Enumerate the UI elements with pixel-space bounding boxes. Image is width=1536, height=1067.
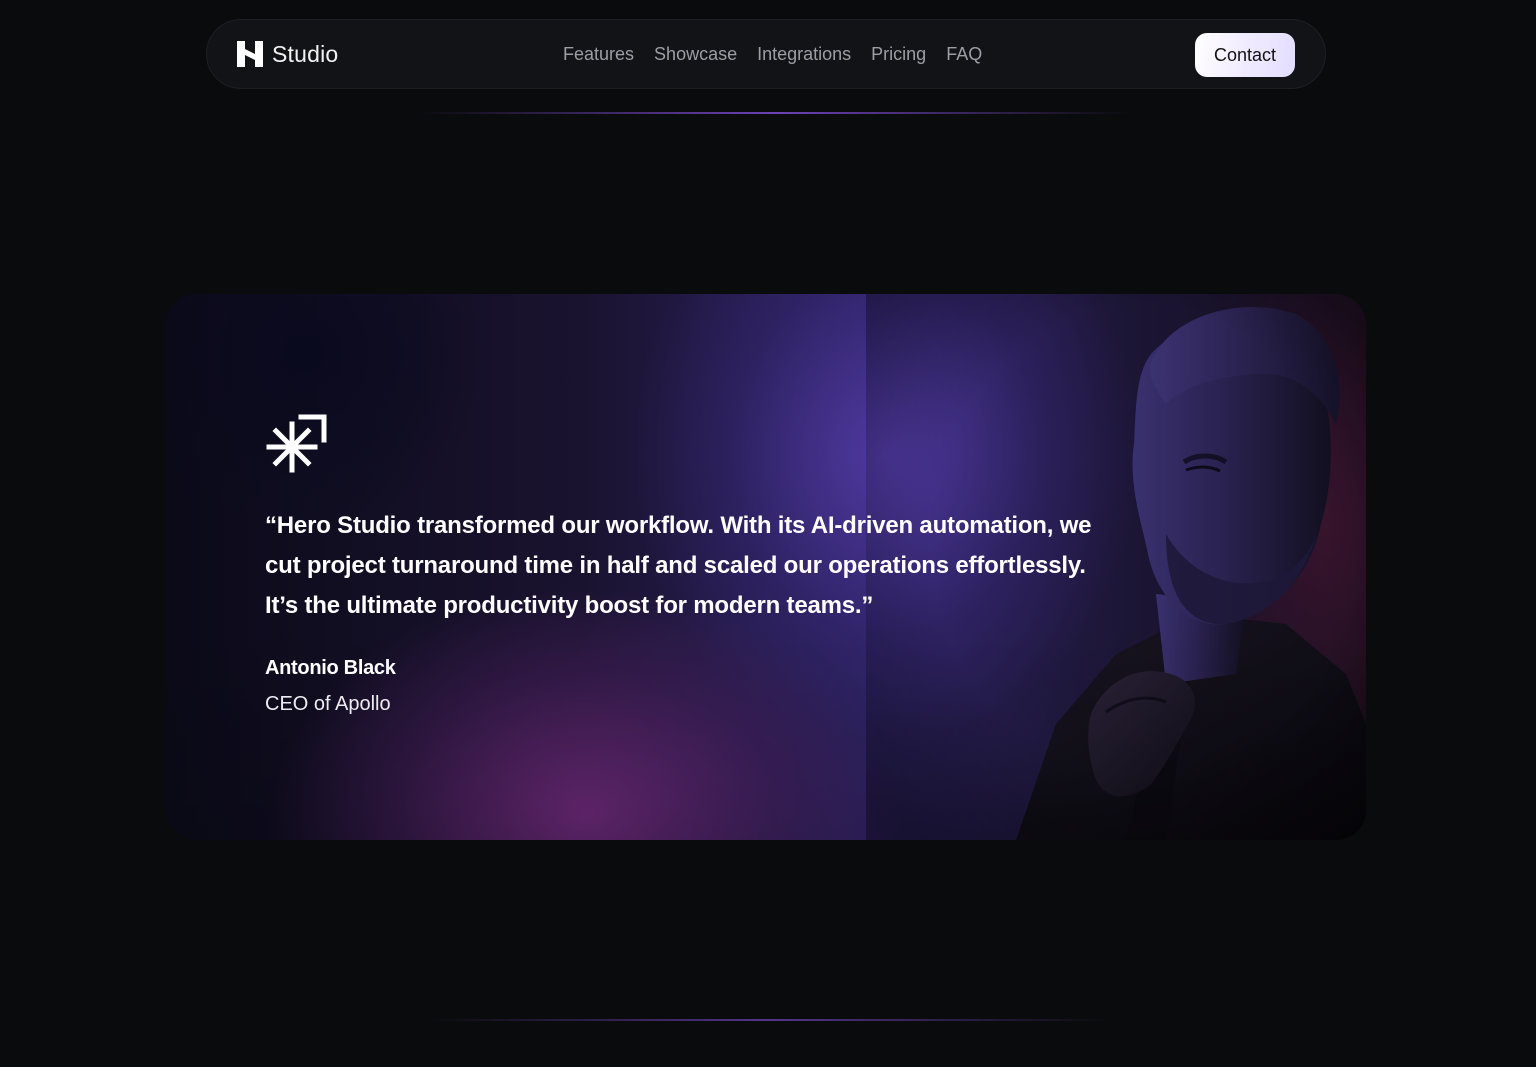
contact-button[interactable]: Contact [1195, 33, 1295, 77]
top-navbar: Studio Features Showcase Integrations Pr… [206, 19, 1326, 89]
nav-item-showcase: Showcase [654, 44, 737, 65]
nav-link-features[interactable]: Features [563, 44, 634, 64]
testimonial-author-role: CEO of Apollo [265, 693, 391, 715]
nav-item-faq: FAQ [946, 44, 982, 65]
nav-item-features: Features [563, 44, 634, 65]
h-logo-icon [237, 41, 263, 67]
nav-link-integrations[interactable]: Integrations [757, 44, 851, 64]
nav-link-showcase[interactable]: Showcase [654, 44, 737, 64]
testimonial-quote: “Hero Studio transformed our workflow. W… [265, 512, 1092, 619]
section-glow-divider [430, 1019, 1110, 1021]
nav-links: Features Showcase Integrations Pricing F… [563, 20, 982, 88]
nav-glow-divider [420, 112, 1130, 114]
nav-item-integrations: Integrations [757, 44, 851, 65]
page: Studio Features Showcase Integrations Pr… [0, 0, 1536, 1067]
nav-link-faq[interactable]: FAQ [946, 44, 982, 64]
brand-name: Studio [272, 40, 339, 67]
testimonial-card: “Hero Studio transformed our workflow. W… [166, 294, 1366, 840]
brand-home-link[interactable]: Studio [237, 20, 338, 88]
nav-item-pricing: Pricing [871, 44, 926, 65]
nav-link-pricing[interactable]: Pricing [871, 44, 926, 64]
asterisk-corner-icon [266, 414, 327, 473]
testimonial-author-name: Antonio Black [265, 657, 396, 679]
